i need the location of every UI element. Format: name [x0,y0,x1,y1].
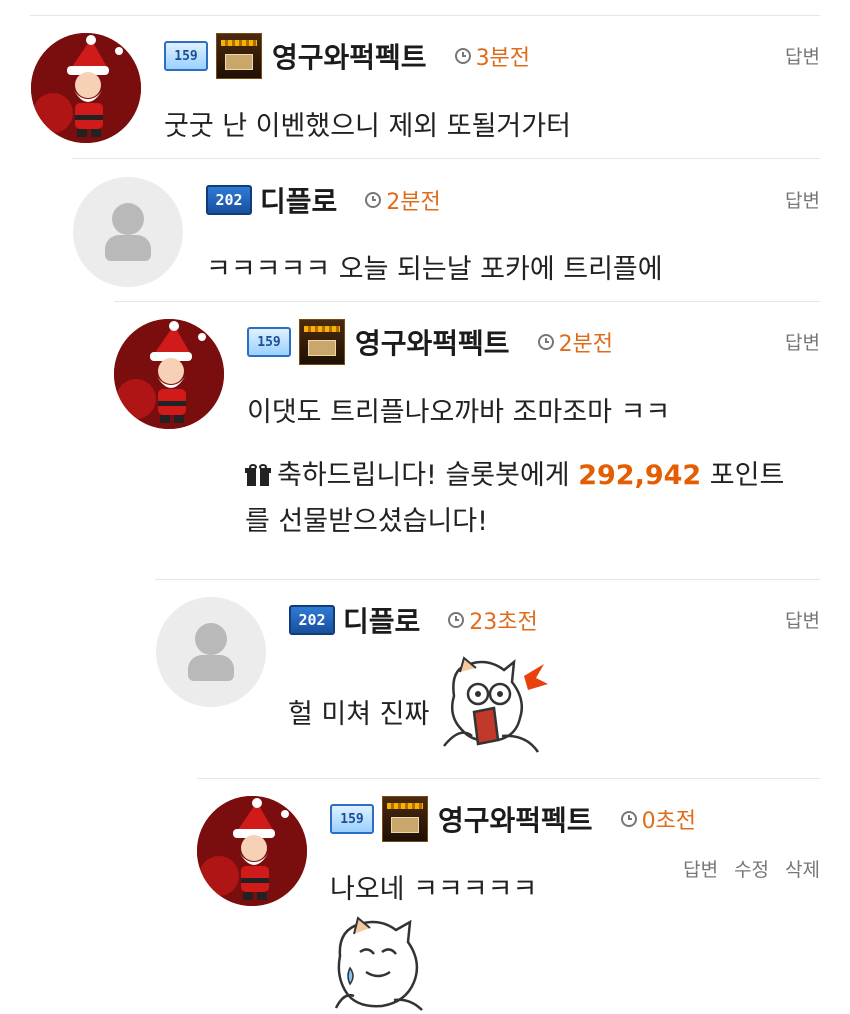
divider [72,158,820,159]
santa-avatar [197,796,307,906]
timestamp-text: 2분전 [386,190,441,215]
reply-button[interactable]: 답변 [785,42,820,69]
comment-actions: 답변 [785,186,820,213]
comment-text: 이댓도 트리플나오까바 조마조마 ㅋㅋ [247,397,671,428]
author-nickname[interactable]: 영구와퍽펙트 [438,799,593,839]
avatar[interactable] [31,33,141,143]
sweating-cat-emoticon [334,916,423,1011]
gift-notice-prefix: 축하드립니다! 슬롯봇에게 [277,460,579,491]
rank-emblem-icon [216,33,262,79]
comment-header: 159 영구와퍽펙트 2분전 [247,319,613,365]
avatar[interactable] [73,177,183,287]
avatar[interactable] [197,796,307,906]
timestamp: 23초전 [448,604,538,636]
avatar[interactable] [156,597,266,707]
author-nickname[interactable]: 디플로 [343,600,420,640]
edit-button[interactable]: 수정 [734,855,769,882]
gift-icon [245,464,271,486]
divider [30,15,820,16]
santa-avatar [114,319,224,429]
reply-button[interactable]: 답변 [785,328,820,355]
clock-icon [537,334,554,350]
divider [114,301,820,302]
comment-text: 헐 미쳐 진짜 [288,699,430,730]
shocked-cat-emoticon [443,656,548,753]
reply-button[interactable]: 답변 [785,186,820,213]
comment-actions: 답변 [785,606,820,633]
author-nickname[interactable]: 영구와퍽펙트 [272,36,427,76]
timestamp: 2분전 [365,184,441,216]
clock-icon [454,48,471,64]
timestamp-text: 2분전 [558,332,614,357]
delete-button[interactable]: 삭제 [785,855,820,882]
comment-header: 159 영구와퍽펙트 3분전 [164,33,530,79]
level-badge-icon: 202 [289,605,335,635]
divider [197,778,820,779]
clock-icon [620,811,637,827]
timestamp-text: 3분전 [475,46,531,71]
avatar[interactable] [114,319,224,429]
comment-text: 굿굿 난 이벤했으니 제외 또될거가터 [164,111,571,142]
comment-text: ㅋㅋㅋㅋㅋ 오늘 되는날 포카에 트리플에 [206,254,663,285]
comment-text: 나오네 ㅋㅋㅋㅋㅋ [330,874,538,905]
timestamp: 0초전 [620,803,697,835]
comment-actions: 답변 수정 삭제 [683,855,820,882]
author-nickname[interactable]: 디플로 [260,180,337,220]
reply-button[interactable]: 답변 [683,855,718,882]
reply-button[interactable]: 답변 [785,606,820,633]
rank-emblem-icon [299,319,345,365]
gift-notice: 축하드립니다! 슬롯봇에게 292,942 포인트 를 선물받으셨습니다! [245,453,820,545]
timestamp-text: 0초전 [641,809,697,834]
level-badge-icon: 159 [247,327,291,357]
timestamp: 3분전 [454,40,531,72]
gift-points: 292,942 [578,460,702,491]
author-nickname[interactable]: 영구와퍽펙트 [355,322,510,362]
divider [155,579,820,580]
clock-icon [365,192,382,208]
level-badge-icon: 159 [330,804,374,834]
comment-actions: 답변 [785,42,820,69]
gift-notice-line2: 를 선물받으셨습니다! [245,506,488,537]
level-badge-icon: 202 [206,185,252,215]
comment-header: 202 디플로 2분전 [206,177,441,223]
level-badge-icon: 159 [164,41,208,71]
clock-icon [448,612,465,628]
santa-avatar [31,33,141,143]
timestamp-text: 23초전 [469,610,538,635]
timestamp: 2분전 [537,326,614,358]
rank-emblem-icon [382,796,428,842]
comment-actions: 답변 [785,328,820,355]
comment-header: 202 디플로 23초전 [289,597,538,643]
gift-notice-suffix: 포인트 [701,460,785,491]
comment-header: 159 영구와퍽펙트 0초전 [330,796,696,842]
